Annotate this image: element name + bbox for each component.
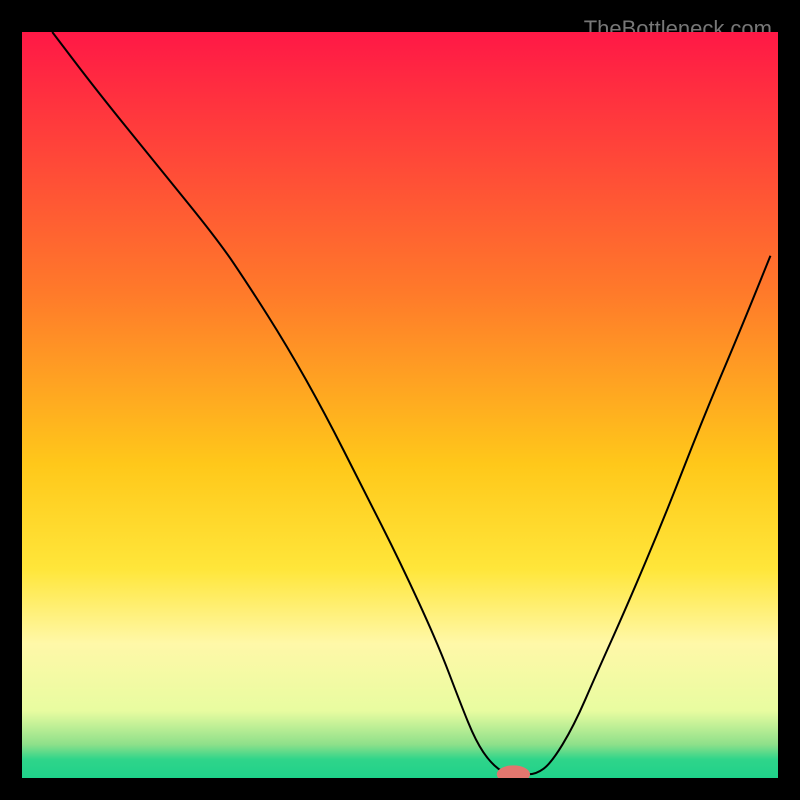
chart-plot-area xyxy=(22,32,778,778)
gradient-background xyxy=(22,32,778,778)
chart-svg xyxy=(22,32,778,778)
chart-frame: TheBottleneck.com xyxy=(12,12,788,788)
